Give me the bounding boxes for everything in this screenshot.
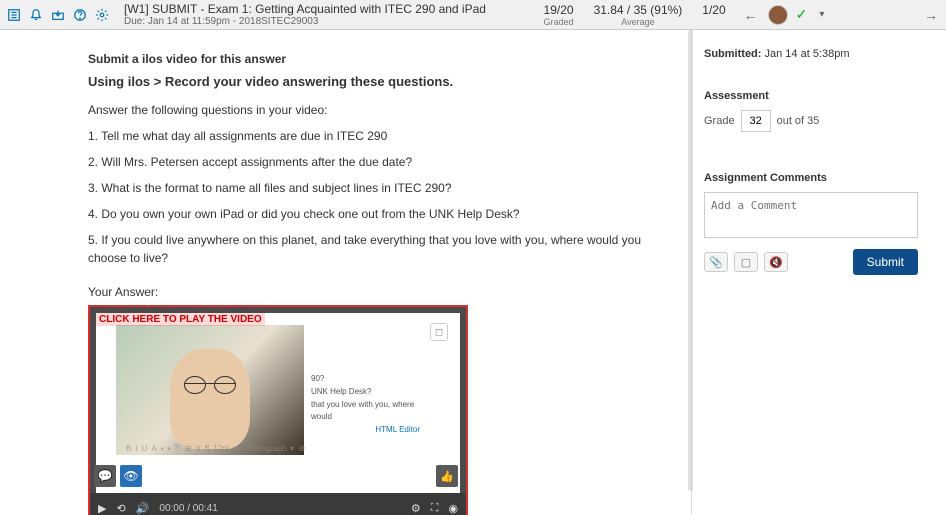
intro-text: Answer the following questions in your v… xyxy=(88,101,673,119)
submit-heading: Submit a ilos video for this answer xyxy=(88,52,673,66)
instruction-heading: Using ilos > Record your video answering… xyxy=(88,74,673,89)
more-icon[interactable]: ◉ xyxy=(448,502,458,515)
assessment-heading: Assessment xyxy=(704,90,918,102)
gear-icon[interactable] xyxy=(94,7,110,23)
chevron-down-icon[interactable]: ▾ xyxy=(819,9,824,20)
video-player[interactable]: CLICK HERE TO PLAY THE VIDEO ◻ 90? UNK H… xyxy=(88,305,468,515)
submitted-info: Submitted: Jan 14 at 5:38pm xyxy=(704,48,918,60)
stats-group: 19/20 Graded 31.84 / 35 (91%) Average 1/… xyxy=(544,3,726,27)
video-content: CLICK HERE TO PLAY THE VIDEO ◻ 90? UNK H… xyxy=(96,313,460,515)
help-icon[interactable] xyxy=(72,7,88,23)
top-toolbar: [W1] SUBMIT - Exam 1: Getting Acquainted… xyxy=(0,0,946,30)
student-nav: ← ✓ xyxy=(742,5,808,25)
eye-icon[interactable]: 👁 xyxy=(120,465,142,487)
editor-snippet: 90? UNK Help Desk? that you love with yo… xyxy=(311,373,425,424)
submit-button[interactable]: Submit xyxy=(853,249,918,275)
position-stat: 1/20 xyxy=(702,3,725,27)
play-overlay-label: CLICK HERE TO PLAY THE VIDEO xyxy=(96,313,265,326)
thumbs-up-icon[interactable]: 👍 xyxy=(436,465,458,487)
video-action-icons: 💬 👁 xyxy=(94,465,142,487)
question-5: 5. If you could live anywhere on this pl… xyxy=(88,231,673,267)
loop-icon[interactable]: ⟲ xyxy=(116,502,125,515)
assignment-title: [W1] SUBMIT - Exam 1: Getting Acquainted… xyxy=(124,2,486,16)
media-icon[interactable]: ▢ xyxy=(734,252,758,272)
video-thumbnail xyxy=(116,325,304,455)
student-avatar[interactable] xyxy=(768,5,788,25)
video-controls: ▶ ⟲ 🔊 00:00 / 00:41 ⚙ ⛶ ◉ xyxy=(90,493,466,515)
graded-stat: 19/20 Graded xyxy=(544,3,574,27)
volume-icon[interactable]: 🔊 xyxy=(136,502,150,515)
audio-icon[interactable]: 🔇 xyxy=(764,252,788,272)
rubric-icon[interactable] xyxy=(6,7,22,23)
scrollbar[interactable] xyxy=(688,30,693,515)
grade-label: Grade xyxy=(704,115,735,127)
grade-row: Grade out of 35 xyxy=(704,110,918,132)
bell-icon[interactable] xyxy=(28,7,44,23)
comment-textarea[interactable] xyxy=(704,192,918,238)
question-4: 4. Do you own your own iPad or did you c… xyxy=(88,205,673,223)
next-arrow-icon[interactable]: → xyxy=(922,7,940,23)
question-1: 1. Tell me what day all assignments are … xyxy=(88,127,673,145)
toolbar-icon-group xyxy=(6,7,110,23)
question-2: 2. Will Mrs. Petersen accept assignments… xyxy=(88,153,673,171)
html-editor-link[interactable]: HTML Editor xyxy=(375,425,420,434)
grade-out-of: out of 35 xyxy=(777,115,820,127)
comment-icon[interactable]: 💬 xyxy=(94,465,116,487)
settings-icon[interactable]: ⚙ xyxy=(411,502,421,515)
download-icon[interactable] xyxy=(50,7,66,23)
attach-icon[interactable]: 📎 xyxy=(704,252,728,272)
assignment-title-block: [W1] SUBMIT - Exam 1: Getting Acquainted… xyxy=(124,2,486,27)
video-time: 00:00 / 00:41 xyxy=(159,503,217,514)
prev-arrow-icon[interactable]: ← xyxy=(742,7,760,23)
fullscreen-icon[interactable]: ⛶ xyxy=(431,502,439,515)
question-3: 3. What is the format to name all files … xyxy=(88,179,673,197)
submission-content: Submit a ilos video for this answer Usin… xyxy=(0,30,691,515)
play-icon[interactable]: ▶ xyxy=(98,502,106,515)
your-answer-label: Your Answer: xyxy=(88,285,673,299)
assignment-subtitle: Due: Jan 14 at 11:59pm - 2018SITEC29003 xyxy=(124,16,486,27)
grade-input[interactable] xyxy=(741,110,771,132)
comments-heading: Assignment Comments xyxy=(704,172,918,184)
editor-toolbar: BIUA▪▪⎘⊞π¶12pt▾Paragraph▾⚙ xyxy=(126,443,430,453)
check-icon: ✓ xyxy=(796,6,808,23)
average-stat: 31.84 / 35 (91%) Average xyxy=(594,3,683,27)
grading-sidebar: Submitted: Jan 14 at 5:38pm Assessment G… xyxy=(691,30,946,515)
bookmark-icon[interactable]: ◻ xyxy=(430,323,448,341)
comment-actions: 📎 ▢ 🔇 Submit xyxy=(704,249,918,275)
